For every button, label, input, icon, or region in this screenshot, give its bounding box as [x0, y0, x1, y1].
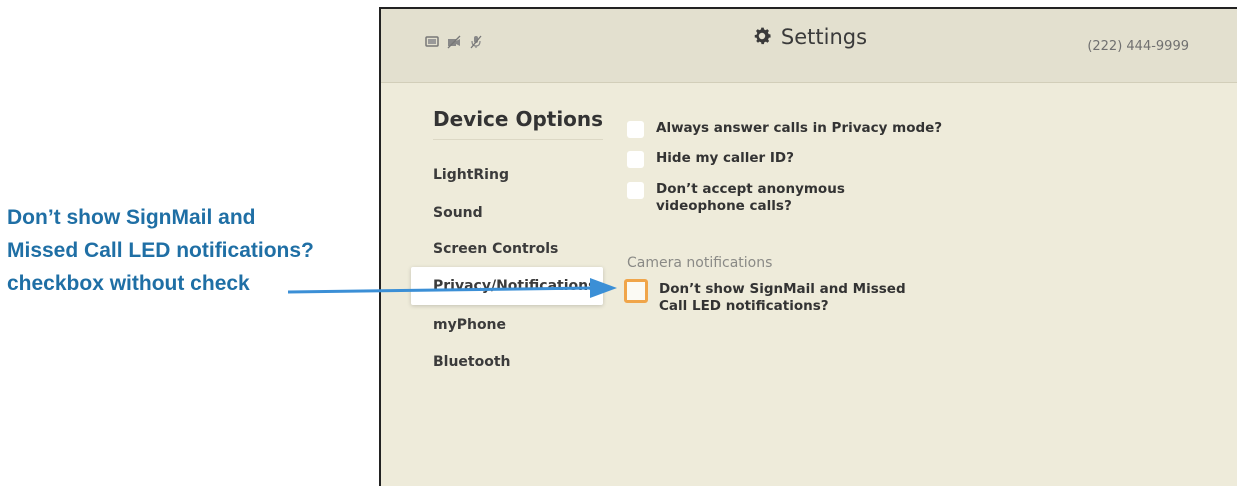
sidebar-item-privacy-notifications[interactable]: Privacy/Notifications — [411, 267, 603, 305]
sidebar-item-sound[interactable]: Sound — [433, 205, 483, 221]
option-hide-caller-id[interactable]: Hide my caller ID? — [627, 150, 794, 168]
option-label: Hide my caller ID? — [656, 150, 794, 166]
sidebar-item-lightring[interactable]: LightRing — [433, 167, 509, 183]
sidebar-item-myphone[interactable]: myPhone — [433, 317, 506, 333]
title-text: Settings — [780, 25, 868, 49]
checkbox[interactable] — [627, 121, 644, 138]
settings-screen: Settings (222) 444-9999 Device Options L… — [379, 7, 1237, 486]
checkbox-focused[interactable] — [624, 279, 648, 303]
callout-line: Missed Call LED notifications? — [7, 239, 314, 262]
option-always-answer-privacy[interactable]: Always answer calls in Privacy mode? — [627, 120, 942, 138]
top-bar: Settings (222) 444-9999 — [381, 9, 1237, 83]
gear-icon — [754, 27, 771, 45]
camera-notifications-heading: Camera notifications — [627, 255, 773, 271]
callout-line: checkbox without check — [7, 272, 250, 295]
checkbox[interactable] — [627, 182, 644, 199]
option-label: Don’t show SignMail and Missed Call LED … — [659, 281, 906, 314]
sidebar-divider — [433, 139, 603, 140]
sidebar-item-screen-controls[interactable]: Screen Controls — [433, 241, 558, 257]
callout-text: Don’t show SignMail and Missed Call LED … — [7, 201, 379, 300]
sidebar-title: Device Options — [433, 107, 604, 131]
sidebar-item-bluetooth[interactable]: Bluetooth — [433, 354, 511, 370]
callout-line: Don’t show SignMail and — [7, 206, 256, 229]
phone-number: (222) 444-9999 — [1087, 39, 1189, 54]
option-hide-signmail-led[interactable]: Don’t show SignMail and Missed Call LED … — [624, 279, 906, 315]
checkbox[interactable] — [627, 151, 644, 168]
option-reject-anonymous-calls[interactable]: Don’t accept anonymous videophone calls? — [627, 181, 845, 215]
option-label: Always answer calls in Privacy mode? — [656, 120, 943, 136]
option-label: Don’t accept anonymous videophone calls? — [656, 181, 845, 214]
